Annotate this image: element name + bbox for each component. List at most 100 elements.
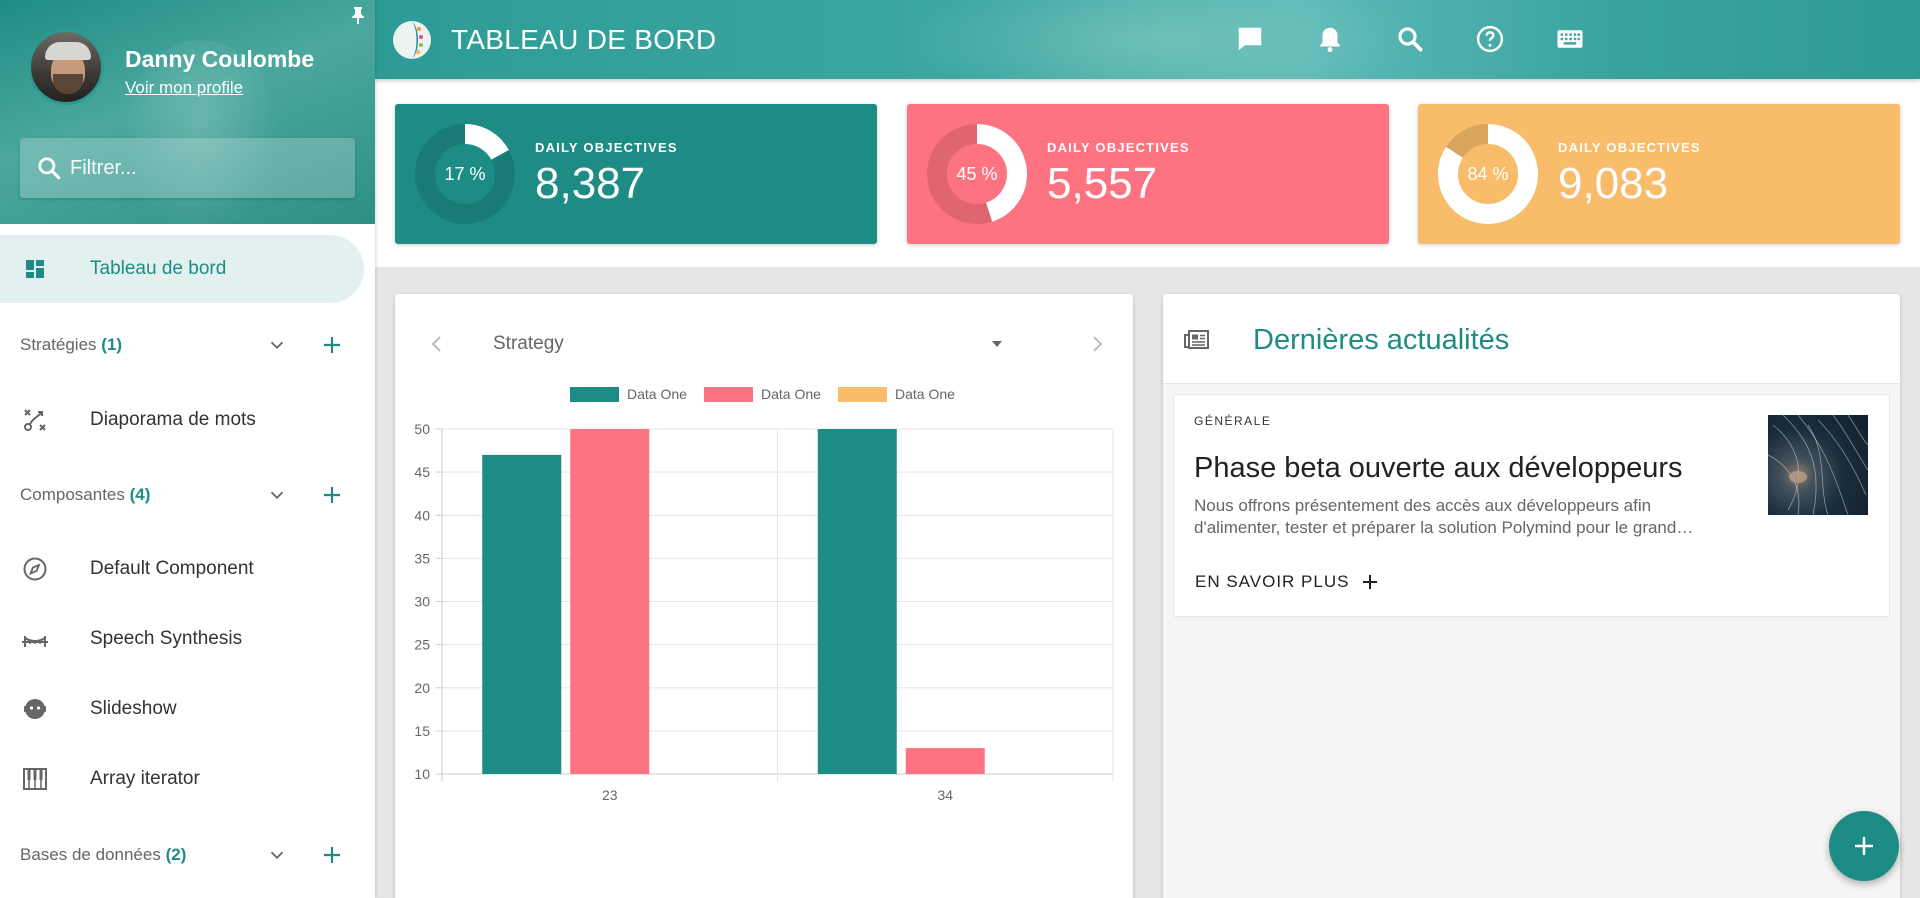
strategy-icon <box>21 406 49 434</box>
strategy-select[interactable]: Strategy <box>475 328 1005 360</box>
stat-value: 9,083 <box>1558 159 1669 208</box>
section-count: (2) <box>165 845 187 864</box>
sidebar-item-diaporama[interactable]: Diaporama de mots <box>0 395 375 445</box>
news-category: GÉNÉRALE <box>1194 414 1272 428</box>
legend-swatch <box>838 387 887 402</box>
bar[interactable] <box>817 429 897 774</box>
stat-percent: 45 % <box>956 163 998 184</box>
caret-down-icon <box>992 341 1002 347</box>
y-tick-label: 30 <box>414 594 430 610</box>
add-component-button[interactable] <box>320 483 344 507</box>
y-tick-label: 20 <box>414 680 430 696</box>
search-icon[interactable] <box>1395 24 1425 54</box>
x-tick-label: 23 <box>602 787 618 803</box>
app-logo[interactable] <box>392 19 432 61</box>
stat-card[interactable]: 17 % DAILY OBJECTIVES 8,387 <box>395 104 877 244</box>
section-count: (1) <box>101 335 123 354</box>
face-icon <box>21 695 49 723</box>
y-tick-label: 50 <box>414 421 430 437</box>
legend-swatch <box>704 387 753 402</box>
sidebar-item-label: Diaporama de mots <box>90 409 256 430</box>
filter-box[interactable] <box>20 138 355 198</box>
stat-value: 8,387 <box>535 159 646 208</box>
bar[interactable] <box>570 429 650 774</box>
stat-label: DAILY OBJECTIVES <box>1558 140 1701 155</box>
dashboard-icon <box>21 255 49 283</box>
news-card: Dernières actualités GÉNÉRALE Phase beta… <box>1163 294 1900 898</box>
news-item[interactable]: GÉNÉRALE Phase beta ouverte aux développ… <box>1173 394 1890 617</box>
legend-label: Data One <box>761 386 821 402</box>
stat-label: DAILY OBJECTIVES <box>535 140 678 155</box>
piano-icon <box>21 765 49 793</box>
news-thumbnail <box>1768 415 1868 515</box>
sidebar-item-label: Speech Synthesis <box>90 628 243 649</box>
stat-card[interactable]: 84 % DAILY OBJECTIVES 9,083 <box>1418 104 1900 244</box>
compass-icon <box>21 555 49 583</box>
news-item-description: Nous offrons présentement des accès aux … <box>1194 496 1694 537</box>
section-label: Bases de données <box>20 845 161 864</box>
add-database-button[interactable] <box>320 843 344 867</box>
add-strategy-button[interactable] <box>320 333 344 357</box>
y-tick-label: 15 <box>414 723 430 739</box>
add-fab-button[interactable] <box>1829 811 1899 881</box>
avatar[interactable] <box>28 29 104 105</box>
stat-percent: 17 % <box>444 163 486 184</box>
chevron-down-icon[interactable] <box>266 484 288 506</box>
search-icon <box>38 157 61 180</box>
news-item-title: Phase beta ouverte aux développeurs <box>1194 452 1683 484</box>
news-header: Dernières actualités <box>1163 294 1900 384</box>
main-content: 17 % DAILY OBJECTIVES 8,387 45 % DAILY O… <box>375 79 1920 898</box>
y-tick-label: 25 <box>414 637 430 653</box>
section-count: (4) <box>129 485 151 504</box>
sidebar-header: Danny Coulombe Voir mon profile <box>0 0 375 224</box>
chart-legend: Data One Data One Data One <box>570 386 955 402</box>
sidebar-item-label: Tableau de bord <box>90 258 227 279</box>
page-title: TABLEAU DE BORD <box>451 24 717 55</box>
pin-icon[interactable] <box>351 6 365 24</box>
read-more-button[interactable]: EN SAVOIR PLUS <box>1195 572 1379 592</box>
stats-strip: 17 % DAILY OBJECTIVES 8,387 45 % DAILY O… <box>375 79 1920 267</box>
help-icon[interactable] <box>1475 24 1505 54</box>
chart-card: Strategy Data One Data One Data One 10 15 20 2… <box>395 294 1133 898</box>
plus-icon <box>1855 837 1873 855</box>
view-profile-link[interactable]: Voir mon profile <box>125 78 243 98</box>
chevron-down-icon[interactable] <box>266 844 288 866</box>
stat-value: 5,557 <box>1047 159 1158 208</box>
stat-card[interactable]: 45 % DAILY OBJECTIVES 5,557 <box>907 104 1389 244</box>
legend-label: Data One <box>895 386 955 402</box>
sidebar-item-array-iterator[interactable]: Array iterator <box>0 754 375 804</box>
bridge-icon <box>21 625 49 653</box>
top-bar: TABLEAU DE BORD <box>375 0 1920 79</box>
news-title: Dernières actualités <box>1253 324 1510 356</box>
plus-icon <box>1363 575 1378 589</box>
sidebar-item-default-component[interactable]: Default Component <box>0 544 375 594</box>
legend-label: Data One <box>627 386 687 402</box>
chevron-right-icon[interactable] <box>1085 332 1109 356</box>
chevron-down-icon[interactable] <box>266 334 288 356</box>
select-value: Strategy <box>493 333 564 354</box>
y-tick-label: 10 <box>414 766 430 782</box>
section-label: Composantes <box>20 485 125 504</box>
section-label: Stratégies <box>20 335 97 354</box>
x-tick-label: 34 <box>937 787 953 803</box>
section-components: Composantes (4) <box>0 475 375 515</box>
section-databases: Bases de données (2) <box>0 835 375 875</box>
legend-swatch <box>570 387 619 402</box>
bar[interactable] <box>905 748 985 774</box>
keyboard-icon[interactable] <box>1555 24 1585 54</box>
sidebar-item-dashboard[interactable]: Tableau de bord <box>0 235 364 303</box>
y-tick-label: 35 <box>414 550 430 566</box>
filter-input[interactable] <box>70 156 330 180</box>
section-strategies: Stratégies (1) <box>0 325 375 365</box>
bar-chart: Data One Data One Data One 10 15 20 25 30 35 40 45… <box>414 386 1114 803</box>
bell-icon[interactable] <box>1315 24 1345 54</box>
stat-label: DAILY OBJECTIVES <box>1047 140 1190 155</box>
sidebar-item-speech-synthesis[interactable]: Speech Synthesis <box>0 614 375 664</box>
bar[interactable] <box>482 454 562 774</box>
newspaper-icon <box>1184 330 1209 349</box>
chat-icon[interactable] <box>1235 24 1265 54</box>
sidebar-item-label: Default Component <box>90 558 254 579</box>
chevron-left-icon[interactable] <box>425 332 449 356</box>
sidebar-item-label: Slideshow <box>90 698 177 719</box>
sidebar-item-slideshow[interactable]: Slideshow <box>0 684 375 734</box>
